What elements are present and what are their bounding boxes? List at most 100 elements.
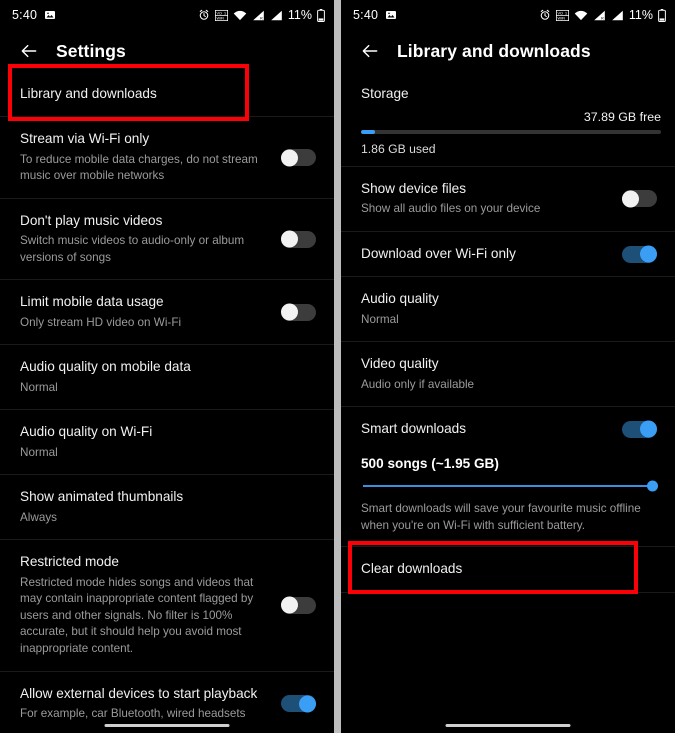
panel-divider [334,0,341,733]
photo-icon [44,9,56,21]
row-texts: Audio quality on mobile data Normal [20,358,320,396]
list-item-smart-downloads[interactable]: Smart downloads [341,407,675,451]
toggle-limit-mobile-data-usage[interactable] [281,303,316,321]
alarm-icon [198,9,210,21]
page-title: Settings [56,40,126,61]
status-bar-left: 5:40 VO 1 WiFi R 11% [0,0,334,30]
storage-progress-fill [361,130,376,134]
gesture-nav-bar[interactable] [104,724,230,727]
toggle-show-device-files[interactable] [622,190,657,208]
list-item-audio-quality-on-mobile-data[interactable]: Audio quality on mobile data Normal [0,345,334,411]
row-texts: Don't play music videos Switch music vid… [20,212,281,267]
status-bar-right-group: VO 1 WiFi R 11% [539,8,666,22]
slider-thumb[interactable] [647,480,658,492]
list-item-library-and-downloads[interactable]: Library and downloads [0,72,334,118]
gesture-nav-bar[interactable] [445,724,571,727]
svg-text:WiFi: WiFi [557,16,565,20]
list-item-clear-downloads[interactable]: Clear downloads [341,547,675,593]
settings-list-left: Library and downloads Stream via Wi-Fi o… [0,72,334,733]
toggle-allow-external-devices[interactable] [281,695,316,713]
smart-downloads-slider-wrap [341,471,675,497]
toggle-download-over-wifi-only[interactable] [622,245,657,263]
toggle-smart-downloads[interactable] [622,420,657,438]
smart-downloads-section: Smart downloads 500 songs (~1.95 GB) Sma… [341,407,675,548]
list-item-show-animated-thumbnails[interactable]: Show animated thumbnails Always [0,475,334,541]
toggle-stream-via-wifi-only[interactable] [281,149,316,167]
list-item-limit-mobile-data-usage[interactable]: Limit mobile data usage Only stream HD v… [0,280,334,346]
list-item-audio-quality-on-wifi[interactable]: Audio quality on Wi-Fi Normal [0,410,334,476]
row-texts: Allow external devices to start playback… [20,685,281,723]
storage-free-label: 37.89 GB free [583,110,661,124]
toggle-knob [281,149,298,167]
row-texts: Audio quality on Wi-Fi Normal [20,423,320,461]
svg-text:WiFi: WiFi [216,16,224,20]
list-item-title: Video quality [361,356,439,372]
battery-percent-label: 11% [628,8,653,22]
status-bar-left-group: 5:40 [12,8,56,22]
list-item-show-device-files[interactable]: Show device files Show all audio files o… [341,167,675,232]
list-item-title: Audio quality [361,291,439,307]
list-item-restricted-mode[interactable]: Restricted mode Restricted mode hides so… [0,540,334,672]
list-item-title: Limit mobile data usage [20,294,164,310]
status-bar-clock: 5:40 [12,8,38,22]
smart-downloads-slider[interactable] [363,480,658,492]
signal-roaming-icon: R [252,10,265,21]
list-item-subtitle: Normal [361,312,399,326]
row-texts: Audio quality Normal [361,290,661,328]
list-item-title: Audio quality on mobile data [20,359,191,375]
list-item-subtitle: Restricted mode hides songs and videos t… [20,575,254,656]
smart-downloads-note: Smart downloads will save your favourite… [361,501,641,532]
page-title: Library and downloads [397,40,591,61]
svg-text:VO: VO [216,11,222,15]
list-item-subtitle: Show all audio files on your device [361,202,541,216]
row-texts: Stream via Wi-Fi only To reduce mobile d… [20,130,281,185]
toggle-knob [640,420,657,438]
list-item-video-quality[interactable]: Video quality Audio only if available [341,342,675,408]
toggle-restricted-mode[interactable] [281,596,316,614]
wifi-icon [574,10,588,21]
list-item-title: Restricted mode [20,554,119,570]
list-item-title: Show device files [361,181,467,196]
row-texts: Show animated thumbnails Always [20,488,320,526]
list-item-title: Allow external devices to start playback [20,685,258,701]
app-bar-left: Settings [0,30,334,72]
signal-icon [611,10,624,21]
list-item-subtitle: Normal [20,445,58,459]
list-item-subtitle: Only stream HD video on Wi-Fi [20,315,182,329]
battery-icon [658,8,666,22]
battery-percent-label: 11% [287,8,312,22]
wifi-calling-icon: VO 1 WiFi [555,9,569,21]
list-item-title: Download over Wi-Fi only [361,245,516,261]
alarm-icon [539,9,551,21]
toggle-knob [299,695,316,713]
list-item-title: Clear downloads [361,561,463,577]
dual-screenshot-container: 5:40 VO 1 WiFi R 11% Settings Library an… [0,0,675,733]
back-arrow-icon[interactable] [353,34,387,68]
row-texts: Show device files Show all audio files o… [361,180,622,218]
list-item-dont-play-music-videos[interactable]: Don't play music videos Switch music vid… [0,199,334,281]
row-texts: Download over Wi-Fi only [361,245,622,263]
status-bar-right: 5:40 VO 1 WiFi R 11% [341,0,675,30]
signal-roaming-icon: R [593,10,606,21]
row-texts: Video quality Audio only if available [361,355,661,393]
row-texts: Limit mobile data usage Only stream HD v… [20,293,281,331]
svg-text:R: R [601,16,604,20]
list-item-subtitle: Audio only if available [361,377,475,391]
list-item-subtitle: For example, car Bluetooth, wired headse… [20,707,246,721]
list-item-subtitle: To reduce mobile data charges, do not st… [20,152,258,183]
row-texts: Smart downloads [361,420,622,438]
list-item-stream-via-wifi-only[interactable]: Stream via Wi-Fi only To reduce mobile d… [0,117,334,199]
wifi-calling-icon: VO 1 WiFi [214,9,228,21]
toggle-dont-play-music-videos[interactable] [281,230,316,248]
photo-icon [385,9,397,21]
status-bar-left-group: 5:40 [353,8,397,22]
list-item-download-over-wifi-only[interactable]: Download over Wi-Fi only [341,232,675,278]
list-item-title: Don't play music videos [20,212,163,228]
list-item-audio-quality[interactable]: Audio quality Normal [341,277,675,343]
battery-icon [317,8,325,22]
left-phone-screen: 5:40 VO 1 WiFi R 11% Settings Library an… [0,0,334,733]
status-bar-right-group: VO 1 WiFi R 11% [198,8,325,22]
row-texts: Restricted mode Restricted mode hides so… [20,553,281,657]
right-phone-screen: 5:40 VO 1 WiFi R 11% Library and downloa… [341,0,675,733]
back-arrow-icon[interactable] [12,34,46,68]
